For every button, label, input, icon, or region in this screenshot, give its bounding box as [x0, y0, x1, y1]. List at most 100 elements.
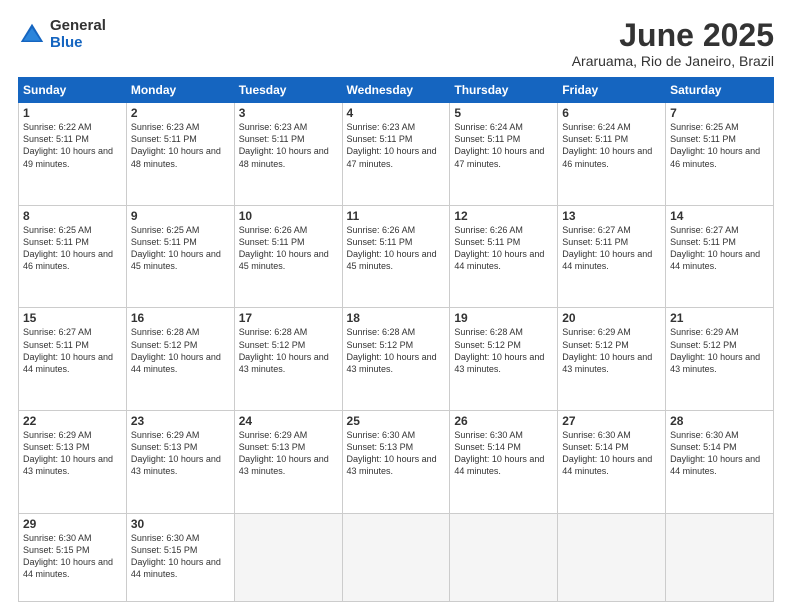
table-row: 17Sunrise: 6:28 AMSunset: 5:12 PMDayligh…: [234, 308, 342, 411]
day-info: Sunrise: 6:30 AMSunset: 5:15 PMDaylight:…: [131, 532, 230, 581]
day-number: 19: [454, 311, 553, 325]
day-info: Sunrise: 6:24 AMSunset: 5:11 PMDaylight:…: [454, 121, 553, 170]
table-row: 30Sunrise: 6:30 AMSunset: 5:15 PMDayligh…: [126, 513, 234, 601]
col-tuesday: Tuesday: [234, 78, 342, 103]
table-row: 16Sunrise: 6:28 AMSunset: 5:12 PMDayligh…: [126, 308, 234, 411]
day-info: Sunrise: 6:26 AMSunset: 5:11 PMDaylight:…: [454, 224, 553, 273]
table-row: 23Sunrise: 6:29 AMSunset: 5:13 PMDayligh…: [126, 411, 234, 514]
table-row: [234, 513, 342, 601]
day-number: 7: [670, 106, 769, 120]
day-info: Sunrise: 6:30 AMSunset: 5:14 PMDaylight:…: [670, 429, 769, 478]
table-row: 10Sunrise: 6:26 AMSunset: 5:11 PMDayligh…: [234, 205, 342, 308]
header: General Blue June 2025 Araruama, Rio de …: [18, 18, 774, 69]
day-number: 3: [239, 106, 338, 120]
day-info: Sunrise: 6:23 AMSunset: 5:11 PMDaylight:…: [239, 121, 338, 170]
day-info: Sunrise: 6:28 AMSunset: 5:12 PMDaylight:…: [454, 326, 553, 375]
day-number: 15: [23, 311, 122, 325]
day-number: 25: [347, 414, 446, 428]
day-number: 5: [454, 106, 553, 120]
col-wednesday: Wednesday: [342, 78, 450, 103]
day-number: 22: [23, 414, 122, 428]
col-sunday: Sunday: [19, 78, 127, 103]
day-info: Sunrise: 6:30 AMSunset: 5:13 PMDaylight:…: [347, 429, 446, 478]
day-number: 30: [131, 517, 230, 531]
table-row: 22Sunrise: 6:29 AMSunset: 5:13 PMDayligh…: [19, 411, 127, 514]
logo: General Blue: [18, 18, 106, 51]
day-number: 20: [562, 311, 661, 325]
day-number: 17: [239, 311, 338, 325]
table-row: 24Sunrise: 6:29 AMSunset: 5:13 PMDayligh…: [234, 411, 342, 514]
table-row: 3Sunrise: 6:23 AMSunset: 5:11 PMDaylight…: [234, 103, 342, 206]
month-title: June 2025: [572, 18, 774, 53]
day-info: Sunrise: 6:24 AMSunset: 5:11 PMDaylight:…: [562, 121, 661, 170]
day-number: 9: [131, 209, 230, 223]
table-row: 18Sunrise: 6:28 AMSunset: 5:12 PMDayligh…: [342, 308, 450, 411]
day-info: Sunrise: 6:28 AMSunset: 5:12 PMDaylight:…: [347, 326, 446, 375]
logo-general-text: General: [50, 18, 106, 35]
day-number: 6: [562, 106, 661, 120]
page: General Blue June 2025 Araruama, Rio de …: [0, 0, 792, 612]
day-info: Sunrise: 6:30 AMSunset: 5:15 PMDaylight:…: [23, 532, 122, 581]
day-info: Sunrise: 6:22 AMSunset: 5:11 PMDaylight:…: [23, 121, 122, 170]
calendar-header-row: Sunday Monday Tuesday Wednesday Thursday…: [19, 78, 774, 103]
table-row: 6Sunrise: 6:24 AMSunset: 5:11 PMDaylight…: [558, 103, 666, 206]
day-info: Sunrise: 6:25 AMSunset: 5:11 PMDaylight:…: [23, 224, 122, 273]
table-row: [558, 513, 666, 601]
day-number: 27: [562, 414, 661, 428]
logo-text: General Blue: [50, 18, 106, 51]
day-number: 11: [347, 209, 446, 223]
day-number: 14: [670, 209, 769, 223]
day-info: Sunrise: 6:23 AMSunset: 5:11 PMDaylight:…: [347, 121, 446, 170]
day-info: Sunrise: 6:28 AMSunset: 5:12 PMDaylight:…: [239, 326, 338, 375]
day-number: 29: [23, 517, 122, 531]
col-thursday: Thursday: [450, 78, 558, 103]
day-info: Sunrise: 6:27 AMSunset: 5:11 PMDaylight:…: [562, 224, 661, 273]
day-number: 26: [454, 414, 553, 428]
day-info: Sunrise: 6:27 AMSunset: 5:11 PMDaylight:…: [670, 224, 769, 273]
day-info: Sunrise: 6:29 AMSunset: 5:12 PMDaylight:…: [670, 326, 769, 375]
day-info: Sunrise: 6:23 AMSunset: 5:11 PMDaylight:…: [131, 121, 230, 170]
logo-blue-text: Blue: [50, 35, 106, 52]
table-row: 21Sunrise: 6:29 AMSunset: 5:12 PMDayligh…: [666, 308, 774, 411]
day-number: 8: [23, 209, 122, 223]
day-info: Sunrise: 6:30 AMSunset: 5:14 PMDaylight:…: [454, 429, 553, 478]
day-info: Sunrise: 6:29 AMSunset: 5:13 PMDaylight:…: [131, 429, 230, 478]
day-number: 21: [670, 311, 769, 325]
table-row: [666, 513, 774, 601]
table-row: 19Sunrise: 6:28 AMSunset: 5:12 PMDayligh…: [450, 308, 558, 411]
table-row: 25Sunrise: 6:30 AMSunset: 5:13 PMDayligh…: [342, 411, 450, 514]
day-number: 13: [562, 209, 661, 223]
col-saturday: Saturday: [666, 78, 774, 103]
table-row: 26Sunrise: 6:30 AMSunset: 5:14 PMDayligh…: [450, 411, 558, 514]
table-row: 28Sunrise: 6:30 AMSunset: 5:14 PMDayligh…: [666, 411, 774, 514]
table-row: 7Sunrise: 6:25 AMSunset: 5:11 PMDaylight…: [666, 103, 774, 206]
day-number: 4: [347, 106, 446, 120]
table-row: [342, 513, 450, 601]
day-info: Sunrise: 6:30 AMSunset: 5:14 PMDaylight:…: [562, 429, 661, 478]
table-row: 29Sunrise: 6:30 AMSunset: 5:15 PMDayligh…: [19, 513, 127, 601]
day-info: Sunrise: 6:29 AMSunset: 5:12 PMDaylight:…: [562, 326, 661, 375]
col-friday: Friday: [558, 78, 666, 103]
table-row: [450, 513, 558, 601]
day-info: Sunrise: 6:26 AMSunset: 5:11 PMDaylight:…: [347, 224, 446, 273]
table-row: 11Sunrise: 6:26 AMSunset: 5:11 PMDayligh…: [342, 205, 450, 308]
table-row: 20Sunrise: 6:29 AMSunset: 5:12 PMDayligh…: [558, 308, 666, 411]
day-number: 2: [131, 106, 230, 120]
day-info: Sunrise: 6:26 AMSunset: 5:11 PMDaylight:…: [239, 224, 338, 273]
table-row: 9Sunrise: 6:25 AMSunset: 5:11 PMDaylight…: [126, 205, 234, 308]
day-number: 23: [131, 414, 230, 428]
title-block: June 2025 Araruama, Rio de Janeiro, Braz…: [572, 18, 774, 69]
day-info: Sunrise: 6:29 AMSunset: 5:13 PMDaylight:…: [239, 429, 338, 478]
table-row: 27Sunrise: 6:30 AMSunset: 5:14 PMDayligh…: [558, 411, 666, 514]
table-row: 8Sunrise: 6:25 AMSunset: 5:11 PMDaylight…: [19, 205, 127, 308]
day-info: Sunrise: 6:28 AMSunset: 5:12 PMDaylight:…: [131, 326, 230, 375]
table-row: 15Sunrise: 6:27 AMSunset: 5:11 PMDayligh…: [19, 308, 127, 411]
day-info: Sunrise: 6:25 AMSunset: 5:11 PMDaylight:…: [131, 224, 230, 273]
table-row: 4Sunrise: 6:23 AMSunset: 5:11 PMDaylight…: [342, 103, 450, 206]
day-number: 1: [23, 106, 122, 120]
day-number: 10: [239, 209, 338, 223]
logo-icon: [18, 21, 46, 49]
day-info: Sunrise: 6:25 AMSunset: 5:11 PMDaylight:…: [670, 121, 769, 170]
col-monday: Monday: [126, 78, 234, 103]
day-number: 18: [347, 311, 446, 325]
